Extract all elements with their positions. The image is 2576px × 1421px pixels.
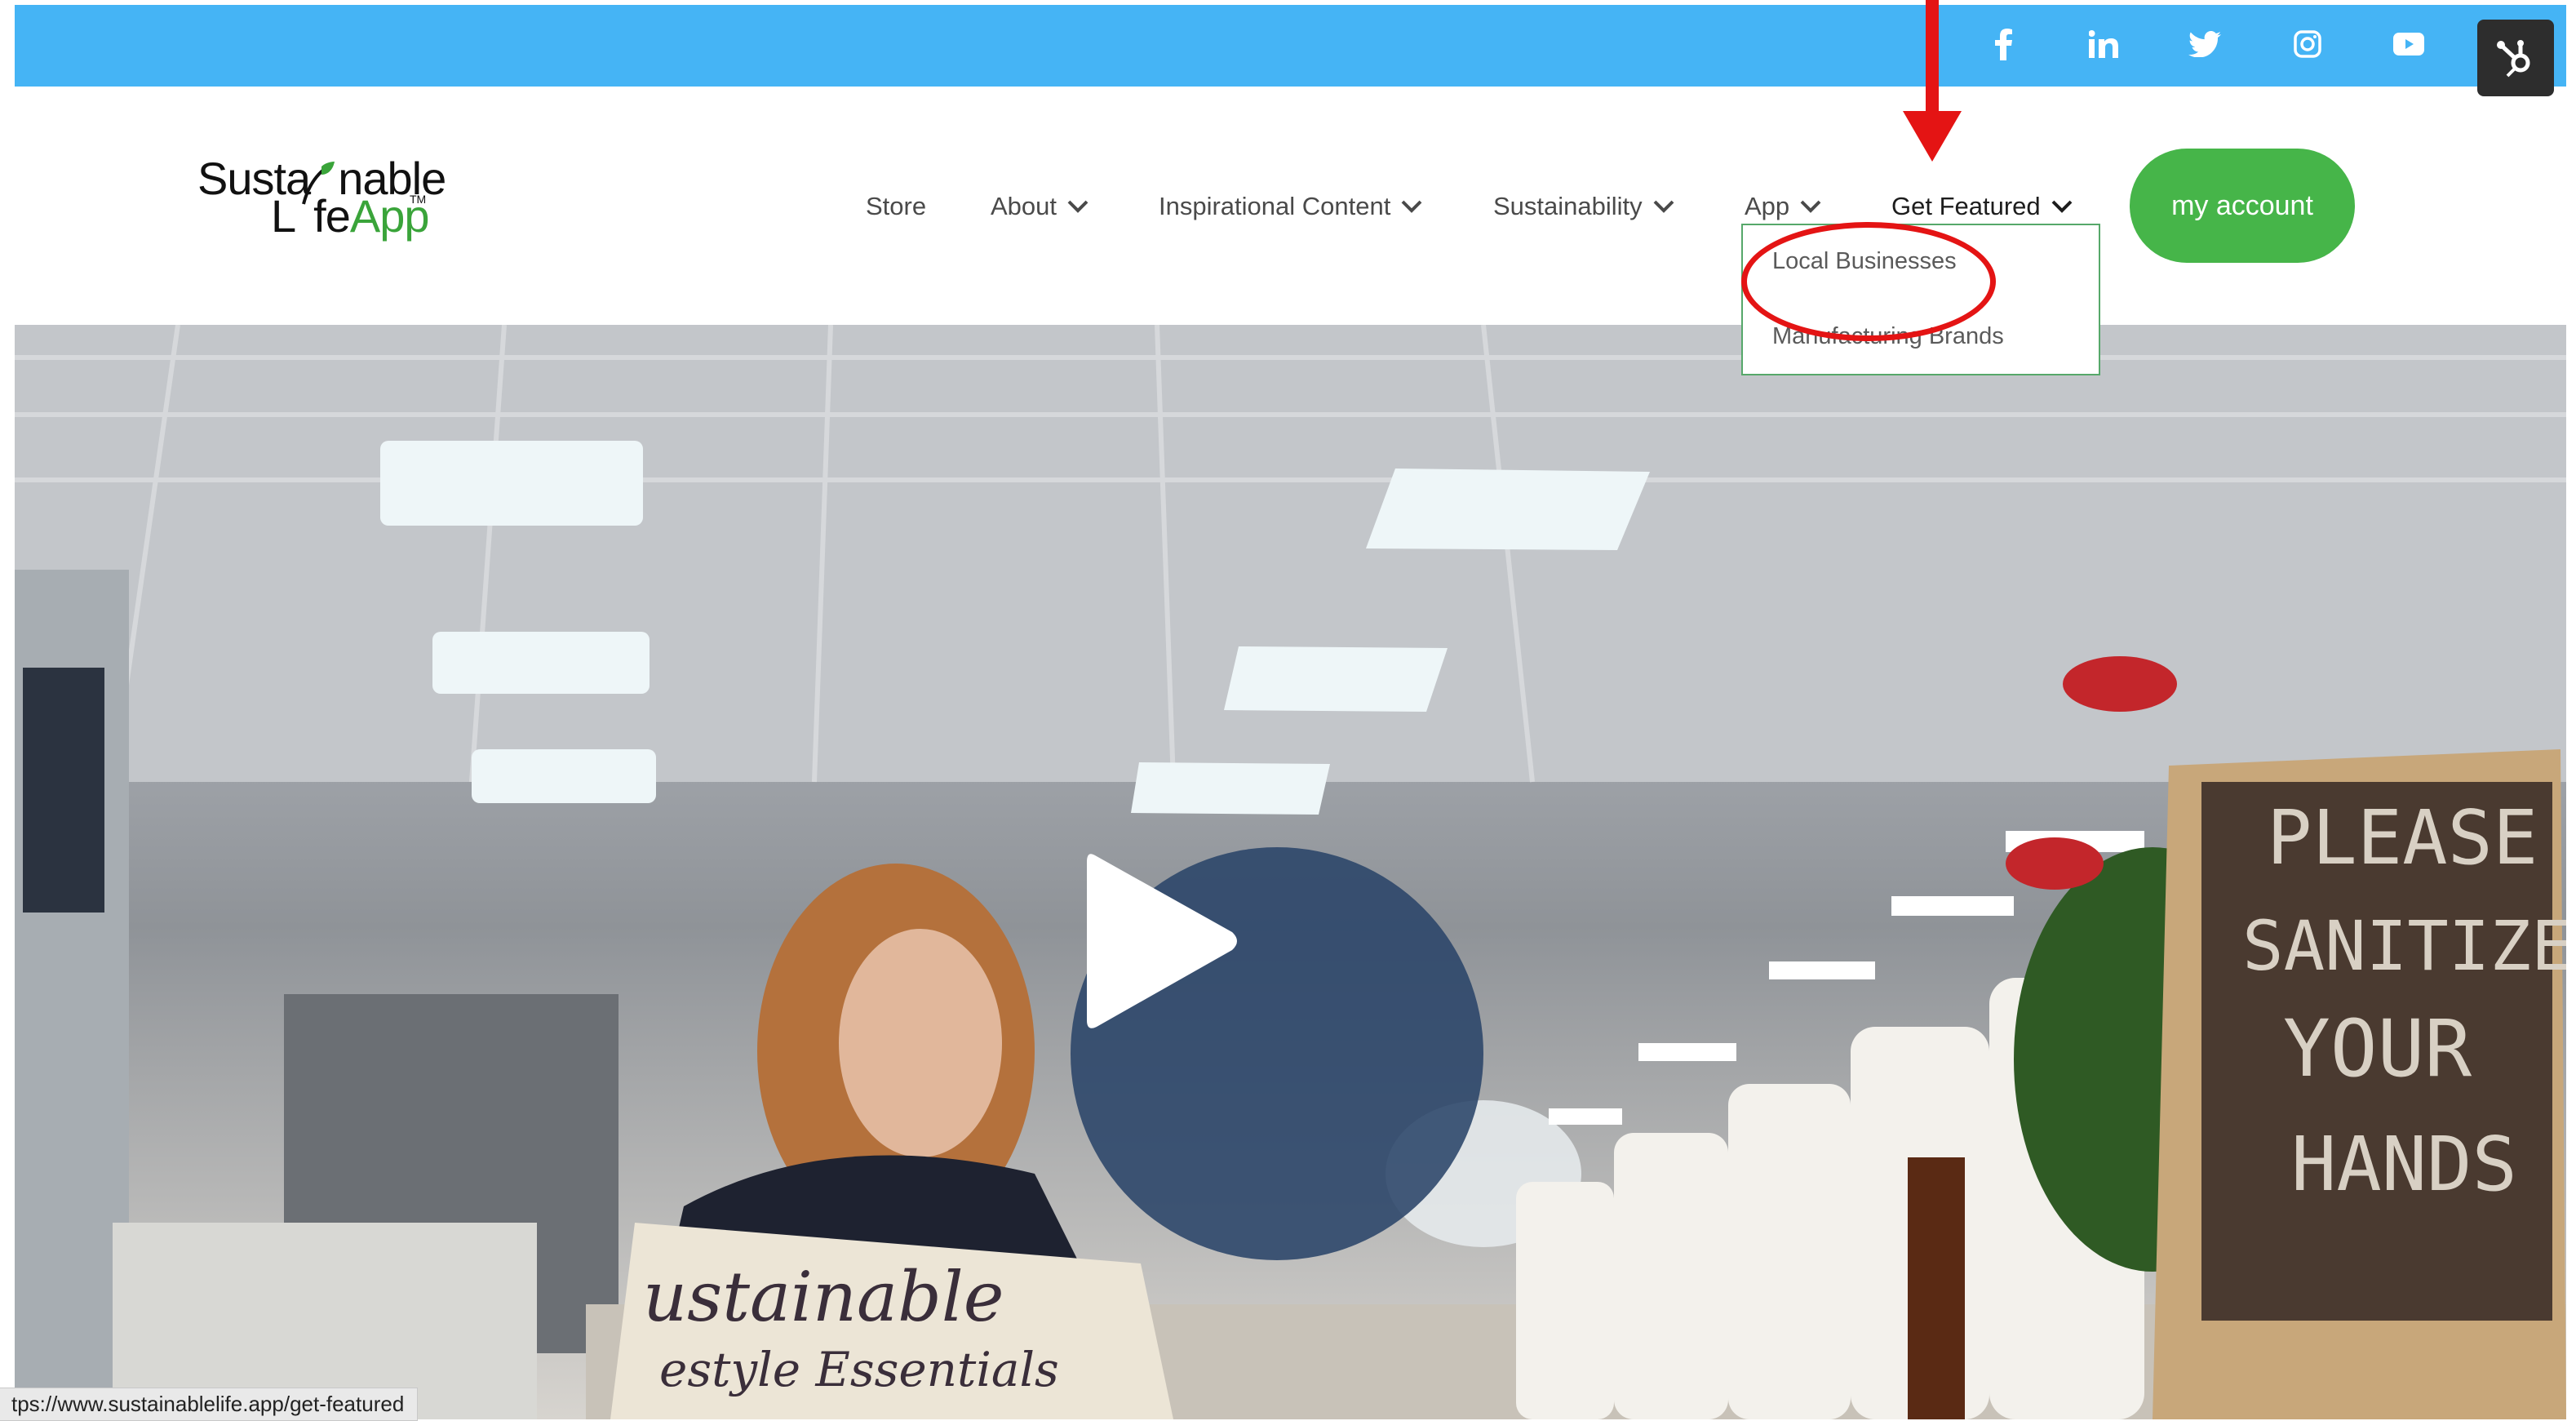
chevron-down-icon [1653, 200, 1674, 213]
sign-text-3: YOUR [2283, 1003, 2472, 1095]
hubspot-sprocket-icon[interactable] [2477, 20, 2554, 96]
logo-text-line2: LfeApp [271, 190, 429, 242]
sign-text-2: SANITIZE [2242, 906, 2566, 986]
nav-app[interactable]: App [1745, 190, 1822, 223]
facebook-icon[interactable] [1980, 20, 2028, 69]
sustainable-life-app-logo[interactable]: Susta nable LfeApp TM [196, 152, 446, 250]
nav-about-label: About [991, 192, 1057, 220]
nav-get-featured-label: Get Featured [1891, 192, 2041, 220]
sign-text-4: HANDS [2291, 1121, 2517, 1208]
linkedin-icon[interactable] [2079, 20, 2128, 69]
red-circle-annotation [1741, 222, 1996, 341]
bag-text-1: ustainable [643, 1257, 1004, 1337]
play-button[interactable] [1071, 847, 1483, 1260]
hero-video[interactable]: ustainable estyle Essentials PLEASE SANI… [15, 325, 2566, 1419]
chevron-down-icon [1401, 200, 1422, 213]
nav-inspirational-label: Inspirational Content [1159, 192, 1391, 220]
play-icon [1087, 854, 1237, 1028]
nav-store[interactable]: Store [866, 190, 926, 223]
nav-sustainability[interactable]: Sustainability [1493, 190, 1675, 223]
red-arrow-annotation [1903, 0, 1962, 162]
instagram-icon[interactable] [2283, 20, 2332, 69]
nav-about[interactable]: About [991, 190, 1089, 223]
sign-text-1: PLEASE [2267, 794, 2538, 881]
status-bar-url: tps://www.sustainablelife.app/get-featur… [0, 1388, 419, 1421]
nav-app-label: App [1745, 192, 1790, 220]
nav-inspirational-content[interactable]: Inspirational Content [1159, 190, 1423, 223]
trademark-mark: TM [410, 193, 427, 206]
youtube-icon[interactable] [2384, 20, 2433, 69]
twitter-icon[interactable] [2180, 20, 2229, 69]
nav-store-label: Store [866, 192, 927, 220]
chevron-down-icon [2051, 200, 2073, 213]
nav-sustainability-label: Sustainability [1493, 192, 1643, 220]
chevron-down-icon [1800, 200, 1821, 213]
my-account-button[interactable]: my account [2130, 149, 2355, 263]
bag-text-2: estyle Essentials [659, 1342, 1059, 1397]
chevron-down-icon [1067, 200, 1088, 213]
nav-get-featured[interactable]: Get Featured [1891, 190, 2073, 223]
